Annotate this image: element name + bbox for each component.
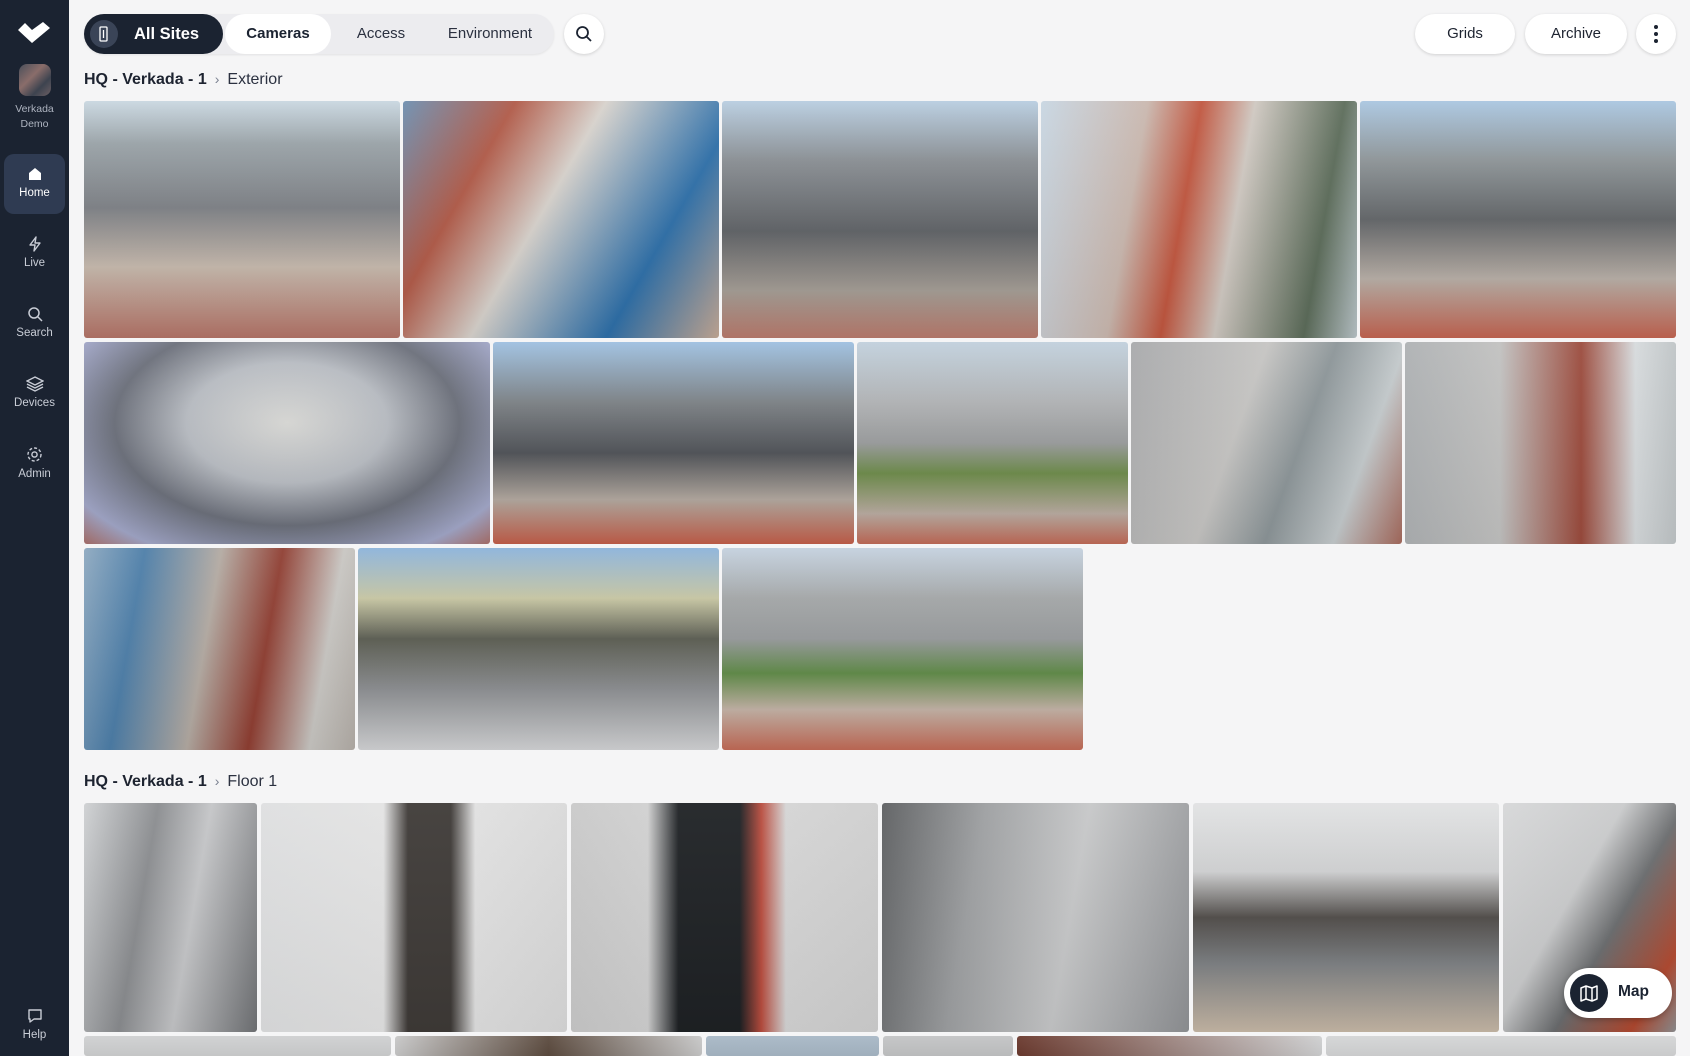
camera-tile[interactable] — [722, 548, 1083, 750]
camera-tile[interactable] — [1326, 1036, 1676, 1056]
breadcrumb: HQ - Verkada - 1 › Floor 1 — [84, 773, 277, 791]
org-avatar — [18, 64, 51, 96]
camera-tile[interactable] — [84, 101, 400, 338]
home-icon — [28, 168, 41, 180]
camera-tile[interactable] — [84, 1036, 391, 1056]
map-icon — [1570, 974, 1608, 1012]
kebab-icon — [1654, 25, 1658, 29]
bolt-icon — [28, 236, 41, 252]
chevron-right-icon: › — [214, 71, 220, 87]
sidebar-item-label: Help — [22, 1029, 47, 1041]
camera-tile[interactable] — [1041, 101, 1357, 338]
camera-tile[interactable] — [706, 1036, 879, 1056]
chat-icon — [27, 1009, 42, 1023]
camera-tile[interactable] — [1193, 803, 1499, 1032]
camera-tile[interactable] — [1017, 1036, 1322, 1056]
sidebar-item-label: Devices — [14, 397, 55, 409]
more-options-button[interactable] — [1636, 14, 1676, 54]
org-name-line2: Demo — [20, 118, 49, 130]
archive-button[interactable]: Archive — [1525, 14, 1627, 54]
map-label: Map — [1618, 983, 1649, 1000]
camera-tile[interactable] — [395, 1036, 702, 1056]
camera-tile[interactable] — [358, 548, 719, 750]
sidebar-item-label: Home — [19, 187, 50, 199]
breadcrumb-area: Floor 1 — [227, 773, 278, 790]
chevron-right-icon: › — [214, 773, 220, 789]
sidebar-item-label: Admin — [18, 468, 51, 480]
sidebar-item-label: Live — [23, 257, 46, 269]
search-icon — [27, 307, 43, 322]
camera-tile[interactable] — [882, 803, 1189, 1032]
grids-button[interactable]: Grids — [1415, 14, 1515, 54]
org-switcher[interactable]: Verkada Demo — [0, 64, 69, 132]
building-icon — [90, 20, 118, 48]
breadcrumb-site[interactable]: HQ - Verkada - 1 — [84, 773, 207, 790]
camera-tile[interactable] — [722, 101, 1038, 338]
search-button[interactable] — [564, 14, 604, 54]
camera-tile[interactable] — [883, 1036, 1013, 1056]
camera-tile[interactable] — [493, 342, 854, 544]
devices-icon — [25, 376, 44, 392]
breadcrumb-site[interactable]: HQ - Verkada - 1 — [84, 71, 207, 88]
camera-tile[interactable] — [1405, 342, 1676, 544]
tab-access[interactable]: Access — [336, 14, 426, 54]
camera-tile[interactable] — [84, 548, 355, 750]
breadcrumb-area: Exterior — [227, 71, 283, 88]
camera-tile[interactable] — [84, 342, 490, 544]
breadcrumb: HQ - Verkada - 1 › Exterior — [84, 71, 283, 89]
sidebar-item-live[interactable]: Live — [4, 224, 65, 284]
sidebar: Verkada Demo Home Live Search Devices Ad… — [0, 0, 69, 1056]
tab-cameras[interactable]: Cameras — [225, 14, 331, 54]
category-tabs: All Sites Cameras Access Environment — [84, 14, 554, 54]
verkada-logo[interactable] — [18, 22, 50, 44]
search-icon — [576, 26, 592, 42]
sidebar-item-admin[interactable]: Admin — [4, 434, 65, 494]
sidebar-item-home[interactable]: Home — [4, 154, 65, 214]
sidebar-item-label: Search — [16, 327, 53, 339]
camera-tile[interactable] — [84, 803, 257, 1032]
camera-tile[interactable] — [1131, 342, 1402, 544]
sidebar-item-devices[interactable]: Devices — [4, 364, 65, 424]
tab-environment[interactable]: Environment — [434, 14, 546, 54]
org-name-line1: Verkada — [15, 103, 54, 115]
camera-tile[interactable] — [403, 101, 719, 338]
sidebar-item-search[interactable]: Search — [4, 294, 65, 354]
sidebar-item-help[interactable]: Help — [4, 996, 65, 1056]
camera-tile[interactable] — [1360, 101, 1676, 338]
gear-icon — [27, 447, 42, 462]
camera-tile[interactable] — [261, 803, 567, 1032]
camera-tile[interactable] — [571, 803, 878, 1032]
all-sites-button[interactable]: All Sites — [84, 14, 223, 54]
map-button[interactable]: Map — [1564, 968, 1672, 1018]
camera-tile[interactable] — [857, 342, 1128, 544]
all-sites-label: All Sites — [134, 25, 200, 43]
